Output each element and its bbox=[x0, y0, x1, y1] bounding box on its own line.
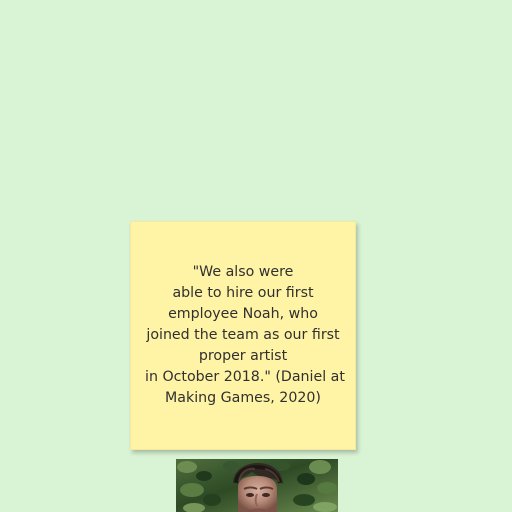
person-photo-image bbox=[176, 459, 338, 512]
quote-text: "We also were able to hire our first emp… bbox=[145, 262, 345, 409]
quote-sticky-note[interactable]: "We also were able to hire our first emp… bbox=[130, 221, 356, 450]
quote-line: Making Games, 2020) bbox=[165, 390, 321, 406]
person-photo[interactable] bbox=[176, 459, 338, 512]
quote-line: in October 2018." (Daniel at bbox=[145, 369, 345, 385]
quote-line: able to hire our first bbox=[172, 285, 314, 301]
canvas-board[interactable]: "We also were able to hire our first emp… bbox=[0, 0, 512, 512]
quote-line: employee Noah, who bbox=[168, 306, 318, 322]
quote-line: joined the team as our first bbox=[146, 327, 340, 343]
quote-line: "We also were bbox=[192, 264, 294, 280]
quote-line: proper artist bbox=[198, 348, 288, 364]
